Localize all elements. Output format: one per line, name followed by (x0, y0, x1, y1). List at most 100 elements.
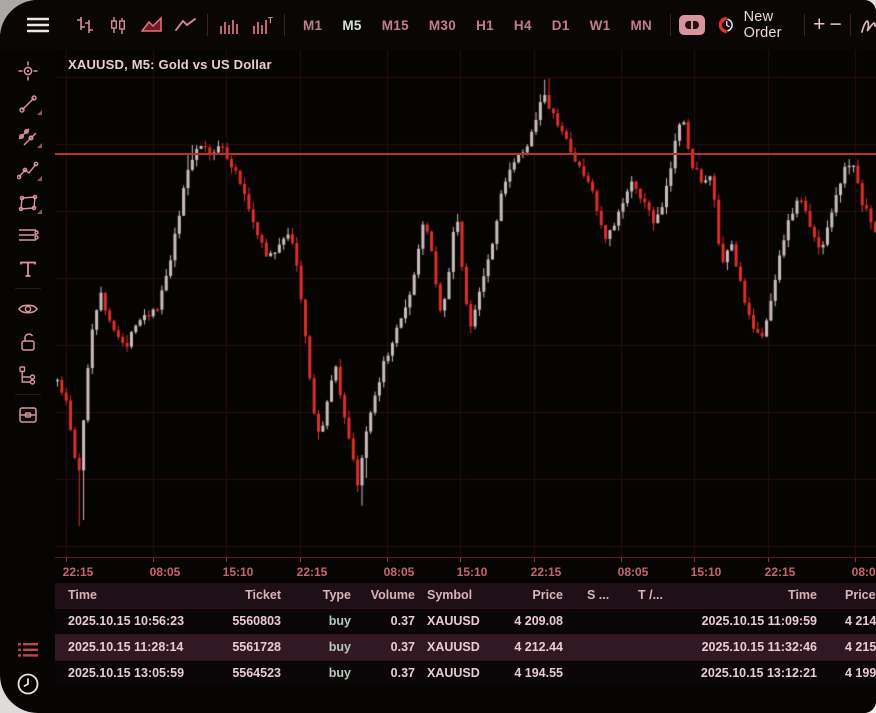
trend-line-icon (18, 94, 38, 114)
volumes-button[interactable] (216, 12, 242, 38)
current-price-line[interactable] (55, 153, 876, 155)
tick-volumes-button[interactable]: T (250, 12, 276, 38)
trade-list-button[interactable] (11, 633, 45, 667)
time-label: 22:15 (63, 565, 94, 579)
fibonacci-icon (17, 227, 39, 245)
deal-row[interactable]: 2025.10.15 10:56:235560803buy0.37XAUUSD4… (55, 609, 876, 635)
timeframe-d1[interactable]: D1 (542, 18, 580, 33)
axis-tick (534, 558, 535, 562)
bars-chart-button[interactable] (71, 12, 97, 38)
menu-button[interactable] (25, 12, 51, 38)
timeframe-h1[interactable]: H1 (466, 18, 504, 33)
line-chart-button[interactable] (173, 12, 199, 38)
timeframe-m1[interactable]: M1 (293, 18, 332, 33)
trend-line-tool[interactable] (11, 87, 45, 120)
column-header-type[interactable]: Type (323, 583, 351, 608)
zoom-out-button[interactable]: − (829, 13, 841, 37)
sidebar-divider (15, 394, 41, 395)
timeframe-m15[interactable]: M15 (372, 18, 419, 33)
delete-objects-tool[interactable] (11, 398, 45, 431)
column-header-symbol[interactable]: Symbol (427, 583, 472, 608)
cell-type: buy (329, 609, 351, 634)
toolbar-divider (284, 14, 285, 36)
new-order-button[interactable]: New Order (719, 9, 790, 41)
cell-type: buy (329, 635, 351, 660)
column-header-time[interactable]: Time (68, 583, 97, 608)
time-label: 22:15 (297, 565, 328, 579)
time-label: 22:15 (765, 565, 796, 579)
cell-volume: 0.37 (391, 609, 415, 634)
timeframe-mn[interactable]: MN (621, 18, 663, 33)
column-header-ticket[interactable]: Ticket (245, 583, 281, 608)
column-header-price2[interactable]: Price (845, 583, 876, 608)
polyline-tool[interactable] (11, 153, 45, 186)
object-tree-icon (18, 365, 38, 385)
toolbar-divider (670, 14, 671, 36)
time-label: 22:15 (531, 565, 562, 579)
column-header-time2[interactable]: Time (788, 583, 817, 608)
object-tree-tool[interactable] (11, 358, 45, 391)
visibility-tool[interactable] (11, 292, 45, 325)
toolbar-divider (804, 14, 805, 36)
chart-title: XAUUSD, M5: Gold vs US Dollar (68, 57, 272, 72)
crosshair-icon (18, 61, 38, 81)
time-label: 08:05 (618, 565, 649, 579)
unlock-icon (19, 332, 37, 352)
axis-tick (66, 558, 67, 562)
axis-tick (226, 558, 227, 562)
time-axis[interactable]: 22:1508:0515:1022:1508:0515:1022:1508:05… (55, 557, 876, 584)
depth-of-market-button[interactable] (679, 12, 705, 38)
timeframe-m30[interactable]: M30 (419, 18, 466, 33)
shape-rectangle-icon (17, 193, 39, 213)
candles-chart-icon (109, 16, 127, 35)
timeframe-h4[interactable]: H4 (504, 18, 542, 33)
axis-tick (387, 558, 388, 562)
cell-volume: 0.37 (391, 635, 415, 660)
line-chart-icon (175, 17, 197, 33)
shape-tool[interactable] (11, 186, 45, 219)
toolbar-divider (850, 14, 851, 36)
annotation-pen-icon (860, 15, 876, 35)
cell-price: 4 212.44 (514, 635, 563, 660)
fibonacci-tool[interactable] (11, 219, 45, 252)
drawing-toolbar (0, 50, 55, 713)
crosshair-tool[interactable] (11, 54, 45, 87)
cell-time: 2025.10.15 11:28:14 (68, 635, 183, 660)
channel-tool[interactable] (11, 120, 45, 153)
history-clock-icon (16, 672, 40, 696)
time-label: 08:05 (384, 565, 415, 579)
table-header-row: Time Ticket Type Volume Symbol Price S ... T /.… (55, 583, 876, 609)
history-button[interactable] (11, 667, 45, 701)
sidebar-bottom (11, 633, 45, 713)
price-chart-canvas[interactable] (55, 50, 876, 557)
eye-icon (17, 301, 39, 317)
area-chart-icon (141, 16, 163, 34)
svg-text:T: T (268, 16, 273, 25)
axis-tick (768, 558, 769, 562)
lock-tool[interactable] (11, 325, 45, 358)
area-chart-button[interactable] (139, 12, 165, 38)
channel-icon (17, 127, 39, 147)
timeframe-w1[interactable]: W1 (580, 18, 621, 33)
time-label: 15:10 (457, 565, 488, 579)
column-header-sl[interactable]: S ... (587, 583, 609, 608)
axis-tick (460, 558, 461, 562)
axis-tick (621, 558, 622, 562)
trade-list-icon (17, 641, 39, 659)
column-header-volume[interactable]: Volume (371, 583, 415, 608)
bottom-strip (55, 683, 876, 713)
zoom-in-button[interactable]: + (813, 13, 825, 37)
text-tool[interactable] (11, 252, 45, 285)
axis-tick (153, 558, 154, 562)
column-header-tp[interactable]: T /... (638, 583, 663, 608)
candles-chart-button[interactable] (105, 12, 131, 38)
objects-button[interactable] (859, 12, 876, 38)
column-header-price[interactable]: Price (532, 583, 563, 608)
cell-price2: 4 215 (845, 635, 876, 660)
polyline-icon (17, 160, 39, 180)
deal-row[interactable]: 2025.10.15 11:28:145561728buy0.37XAUUSD4… (55, 635, 876, 661)
time-label: 08:05 (852, 565, 876, 579)
new-order-icon (719, 13, 735, 37)
timeframe-m5[interactable]: M5 (332, 18, 371, 33)
new-order-label: New Order (744, 9, 791, 41)
